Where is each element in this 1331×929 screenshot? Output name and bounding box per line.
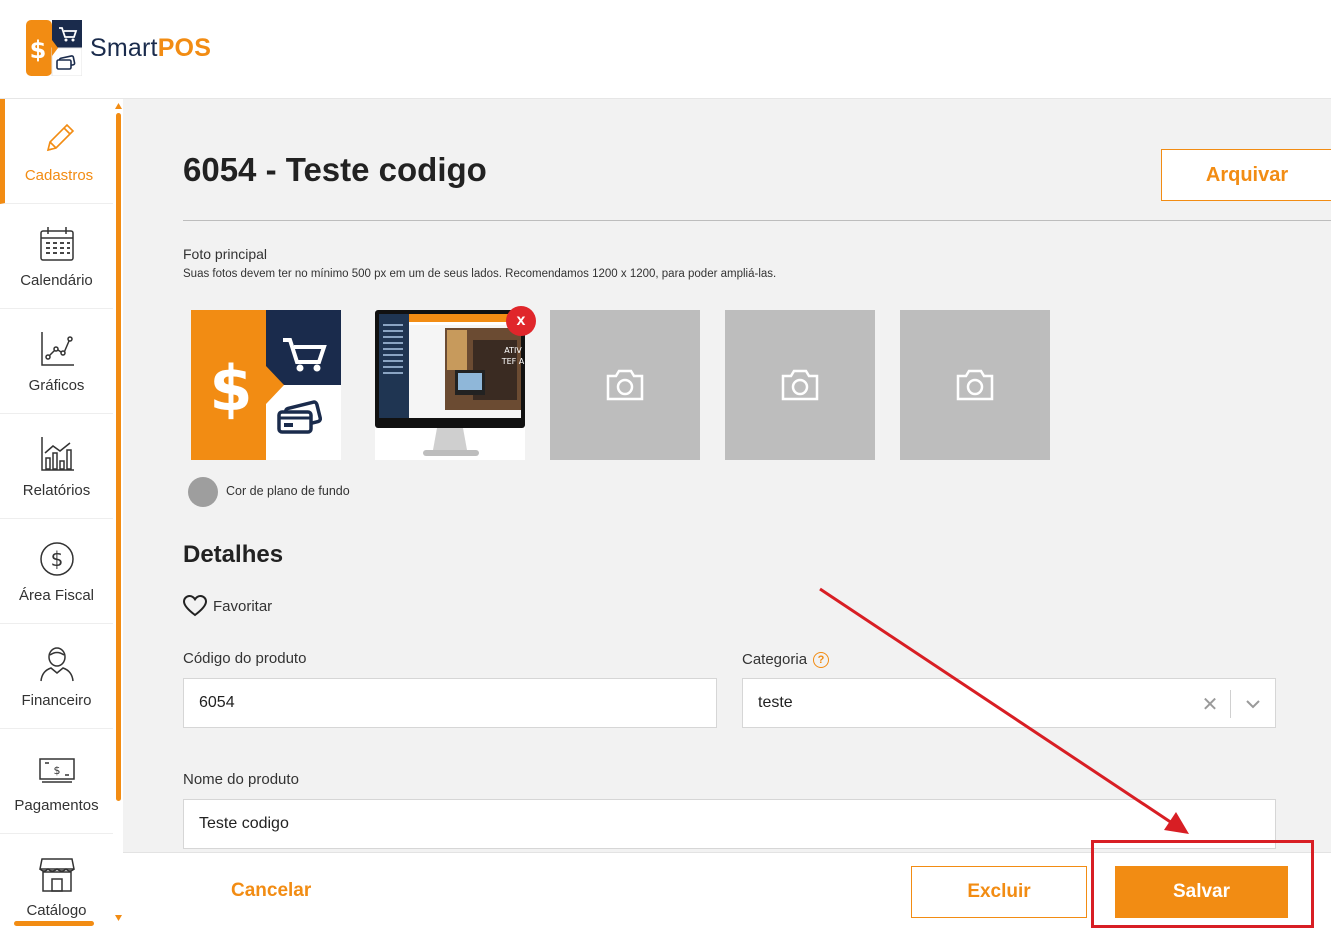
svg-text:$: $ bbox=[53, 764, 60, 777]
product-name-input[interactable]: Teste codigo bbox=[183, 799, 1276, 849]
archive-button[interactable]: Arquivar bbox=[1161, 149, 1331, 201]
save-button[interactable]: Salvar bbox=[1115, 866, 1288, 918]
main-content: 6054 - Teste codigo Arquivar Foto princi… bbox=[123, 99, 1331, 929]
photo-hint: Suas fotos devem ter no mínimo 500 px em… bbox=[183, 268, 777, 280]
sidebar-item-cadastros[interactable]: Cadastros bbox=[0, 99, 113, 204]
smartpos-logo-icon: $ bbox=[26, 20, 82, 76]
photo-thumbnail-logo[interactable]: $ bbox=[191, 310, 341, 460]
background-color-label: Cor de plano de fundo bbox=[226, 484, 350, 498]
line-chart-icon bbox=[40, 331, 74, 366]
footer-action-bar: Cancelar Excluir Salvar bbox=[123, 852, 1331, 929]
camera-icon bbox=[781, 369, 819, 401]
sidebar-item-label: Relatórios bbox=[22, 481, 91, 499]
photo-slot-empty[interactable] bbox=[900, 310, 1050, 460]
sidebar-item-label: Área Fiscal bbox=[18, 586, 95, 604]
remove-photo-button[interactable]: x bbox=[506, 306, 536, 336]
heart-icon bbox=[183, 595, 207, 617]
clear-selection-icon[interactable]: ✕ bbox=[1190, 692, 1230, 717]
camera-icon bbox=[606, 369, 644, 401]
sidebar-item-calendario[interactable]: Calendário bbox=[0, 204, 113, 309]
help-icon[interactable]: ? bbox=[813, 651, 830, 668]
svg-text:ATIV: ATIV bbox=[504, 346, 522, 355]
sidebar-item-label: Calendário bbox=[20, 271, 93, 289]
smartpos-logo[interactable]: $ SmartPOS bbox=[26, 20, 211, 76]
category-select-value: teste bbox=[758, 694, 793, 711]
sidebar-item-graficos[interactable]: Gráficos bbox=[0, 309, 113, 414]
sidebar-horizontal-scrollbar[interactable] bbox=[14, 921, 94, 926]
sidebar-item-label: Gráficos bbox=[28, 376, 85, 394]
svg-text:$: $ bbox=[209, 352, 252, 425]
sidebar-item-area-fiscal[interactable]: $ Área Fiscal bbox=[0, 519, 113, 624]
sidebar-item-label: Catálogo bbox=[26, 901, 87, 919]
sidebar: Cadastros Calendário Gráficos Relatórios… bbox=[0, 99, 123, 929]
top-bar: $ SmartPOS bbox=[0, 0, 1331, 99]
sidebar-item-pagamentos[interactable]: $ Pagamentos bbox=[0, 729, 113, 834]
sidebar-item-label: Pagamentos bbox=[14, 796, 99, 814]
camera-icon bbox=[956, 369, 994, 401]
sidebar-item-label: Cadastros bbox=[24, 166, 94, 184]
dollar-circle-icon: $ bbox=[39, 541, 74, 576]
storefront-icon bbox=[38, 857, 75, 892]
details-section-title: Detalhes bbox=[183, 541, 284, 568]
sidebar-item-financeiro[interactable]: Financeiro bbox=[0, 624, 113, 729]
category-label-group: Categoria ? bbox=[742, 651, 830, 668]
product-name-label: Nome do produto bbox=[183, 771, 299, 788]
background-color-picker[interactable] bbox=[188, 477, 218, 507]
category-select[interactable]: teste ✕ bbox=[742, 678, 1276, 728]
brand-name: SmartPOS bbox=[90, 33, 212, 62]
person-icon bbox=[39, 646, 74, 681]
sidebar-item-catalogo[interactable]: Catálogo bbox=[0, 834, 113, 929]
delete-button[interactable]: Excluir bbox=[911, 866, 1087, 918]
chevron-down-icon[interactable] bbox=[1231, 699, 1275, 709]
favorite-toggle[interactable]: Favoritar bbox=[183, 595, 272, 617]
svg-text:$: $ bbox=[50, 547, 63, 571]
cancel-button[interactable]: Cancelar bbox=[231, 880, 311, 902]
sidebar-scrollbar-thumb[interactable] bbox=[116, 113, 121, 801]
photo-section-label: Foto principal bbox=[183, 246, 268, 262]
monitor-image: ATIV TEF A bbox=[375, 310, 525, 456]
product-code-label: Código do produto bbox=[183, 650, 307, 667]
page-title: 6054 - Teste codigo bbox=[183, 151, 487, 188]
bar-chart-icon bbox=[40, 436, 74, 471]
sidebar-item-label: Financeiro bbox=[21, 691, 92, 709]
title-divider bbox=[183, 220, 1331, 221]
sidebar-item-relatorios[interactable]: Relatórios bbox=[0, 414, 113, 519]
photo-thumbnail-monitor[interactable]: ATIV TEF A bbox=[375, 310, 525, 460]
product-code-input[interactable]: 6054 bbox=[183, 678, 717, 728]
pencil-icon bbox=[46, 123, 75, 151]
photo-slot-empty[interactable] bbox=[725, 310, 875, 460]
calendar-icon bbox=[39, 226, 74, 261]
banknote-icon: $ bbox=[38, 757, 75, 783]
svg-text:$: $ bbox=[30, 36, 47, 64]
svg-text:TEF A: TEF A bbox=[501, 357, 525, 366]
photo-slot-empty[interactable] bbox=[550, 310, 700, 460]
smartpos-logo-image: $ bbox=[191, 310, 341, 460]
favorite-label: Favoritar bbox=[213, 597, 273, 615]
category-label: Categoria bbox=[742, 651, 808, 668]
